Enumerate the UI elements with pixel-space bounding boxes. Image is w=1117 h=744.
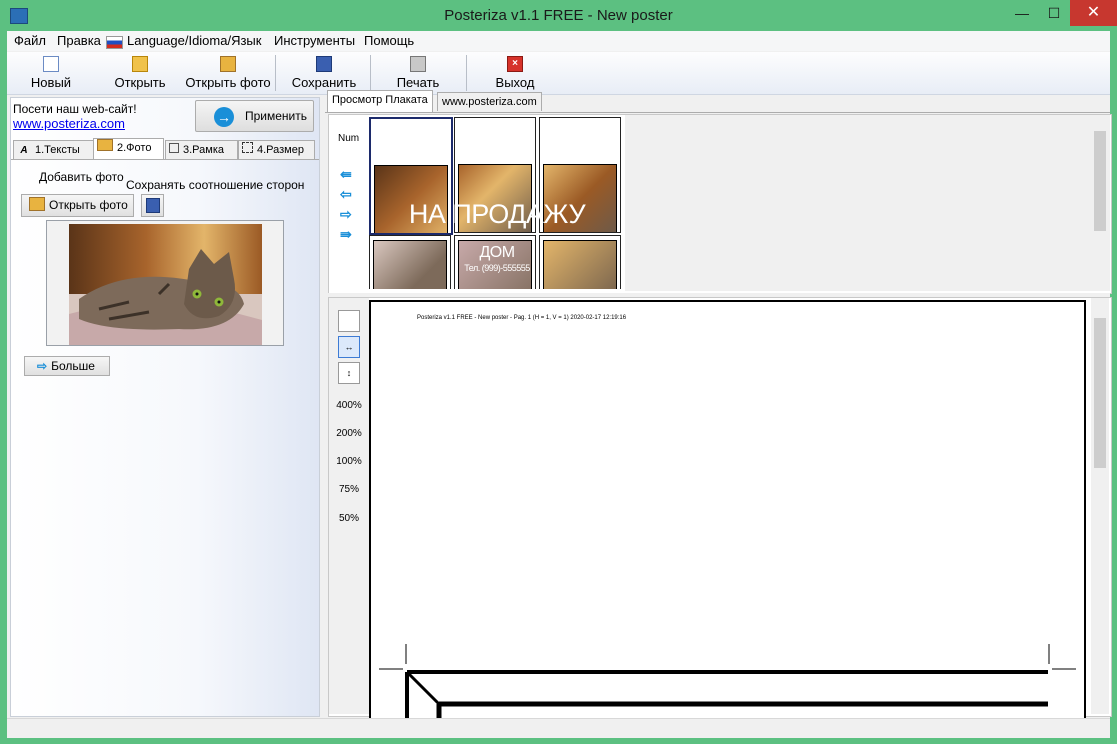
zoom-controls: ↔ ↕ 400% 200% 100% 75% 50% (329, 298, 369, 714)
open-photo-button-label: Открыть фото (49, 198, 128, 212)
zoom-200[interactable]: 200% (331, 428, 367, 439)
menu-language[interactable]: Language/Idioma/Язык (127, 33, 261, 49)
arrow-last-icon[interactable]: ⇛ (340, 227, 354, 241)
tab-frame-label: 3.Рамка (183, 144, 224, 156)
new-button[interactable]: Новый (21, 52, 81, 94)
printer-icon (410, 56, 426, 72)
arrow-first-icon[interactable]: ⇚ (340, 167, 354, 181)
tab-frame[interactable]: 3.Рамка (165, 140, 238, 159)
fit-height-button[interactable]: ↕ (338, 362, 360, 384)
website-link[interactable]: www.posteriza.com (13, 116, 125, 131)
arrow-icon: ⇨ (37, 359, 48, 373)
poster-sub-text: ДОМ (479, 244, 515, 261)
tab-baseline (325, 112, 1110, 113)
num-toggle[interactable]: Num (338, 133, 359, 144)
new-label: Новый (30, 75, 72, 90)
flag-icon (106, 36, 123, 49)
tab-size-label: 4.Размер (257, 144, 304, 156)
arrow-next-icon[interactable]: ⇨ (340, 207, 354, 221)
text-tab-icon: A (20, 145, 28, 156)
new-doc-icon (43, 56, 59, 72)
poster-thumbnail-grid[interactable]: НА ПРОДАЖУ ДОМ Тел. (999)-555555 (369, 117, 625, 289)
open-photo-button[interactable]: Открыть фото (21, 194, 134, 217)
exit-icon: × (507, 56, 523, 72)
keep-ratio-label[interactable]: Сохранять соотношение сторон (126, 178, 304, 192)
open-label: Открыть (114, 75, 166, 90)
status-bar (7, 718, 1110, 738)
toolbar-separator (275, 55, 276, 91)
print-button[interactable]: Печать (385, 52, 451, 94)
zoom-50[interactable]: 50% (331, 513, 367, 524)
zoom-100[interactable]: 100% (331, 456, 367, 467)
open-photo-label: Открыть фото (185, 75, 271, 90)
arrow-prev-icon[interactable]: ⇦ (340, 187, 354, 201)
zoom-75[interactable]: 75% (331, 484, 367, 495)
save-label: Сохранить (291, 75, 357, 90)
cat-photo (69, 224, 262, 345)
save-disk-icon (146, 198, 160, 213)
save-disk-icon (316, 56, 332, 72)
page-preview-panel: ↔ ↕ 400% 200% 100% 75% 50% Posteriza v1.… (328, 297, 1112, 718)
frame-tab-icon (169, 143, 179, 153)
open-photo-icon (220, 56, 236, 72)
poster-title-text: НА ПРОДАЖУ (408, 199, 586, 229)
tab-website[interactable]: www.posteriza.com (437, 92, 542, 111)
preview-empty-area (625, 115, 1110, 291)
poster-tel-text: Тел. (999)-555555 (464, 263, 530, 273)
client-area: Файл Правка Language/Idioma/Язык Инструм… (7, 31, 1112, 738)
apply-button[interactable]: → Применить (195, 100, 314, 132)
window-title: Posteriza v1.1 FREE - New poster (444, 7, 673, 24)
left-panel: Посети наш web-сайт! www.posteriza.com →… (10, 97, 320, 717)
tab-texts[interactable]: A 1.Тексты (13, 140, 94, 159)
menu-tools[interactable]: Инструменты (274, 33, 355, 49)
more-button[interactable]: ⇨ Больше (24, 356, 110, 376)
add-photo-label: Добавить фото (39, 170, 124, 184)
tab-photo[interactable]: 2.Фото (93, 138, 164, 160)
toolbar: Новый Открыть Открыть фото Сохранить Печ… (7, 52, 1110, 95)
exit-label: Выход (495, 75, 535, 90)
menu-bar: Файл Правка Language/Idioma/Язык Инструм… (7, 31, 1110, 51)
save-button[interactable]: Сохранить (287, 52, 361, 94)
tab-size[interactable]: 4.Размер (238, 140, 315, 159)
toolbar-separator (466, 55, 467, 91)
preview-scrollbar[interactable] (1091, 115, 1109, 291)
crop-marks (379, 644, 1076, 718)
close-button[interactable]: ✕ (1070, 0, 1117, 26)
menu-help[interactable]: Помощь (364, 33, 414, 49)
photo-tab-icon (97, 139, 113, 151)
open-button[interactable]: Открыть (105, 52, 175, 94)
apply-label: Применить (245, 109, 308, 123)
apply-arrow-icon: → (214, 107, 234, 127)
fit-page-button[interactable] (338, 310, 360, 332)
menu-edit[interactable]: Правка (57, 33, 101, 49)
page-scrollbar[interactable] (1091, 298, 1109, 714)
more-label: Больше (51, 359, 95, 373)
fit-width-button[interactable]: ↔ (338, 336, 360, 358)
tab-poster-preview[interactable]: Просмотр Плаката (327, 90, 433, 113)
exit-button[interactable]: × Выход (485, 52, 545, 94)
toolbar-separator (370, 55, 371, 91)
save-photo-button[interactable] (141, 194, 164, 217)
print-page: Posteriza v1.1 FREE - New poster - Pag. … (369, 300, 1086, 718)
title-bar: Posteriza v1.1 FREE - New poster — ☐ ✕ (0, 0, 1117, 31)
photo-preview-frame (46, 220, 284, 346)
menu-file[interactable]: Файл (14, 33, 46, 49)
zoom-400[interactable]: 400% (331, 400, 367, 411)
size-tab-icon (242, 142, 253, 153)
visit-text: Посети наш web-сайт! (13, 102, 137, 116)
minimize-button[interactable]: — (1005, 0, 1039, 26)
open-photo-icon (29, 197, 45, 211)
poster-preview-panel: Num ⇚ ⇦ ⇨ ⇛ НА ПРОДАЖУ ДОМ Тел. (999)-55… (328, 114, 1112, 294)
tab-texts-label: 1.Тексты (35, 144, 80, 156)
print-label: Печать (396, 75, 440, 90)
maximize-button[interactable]: ☐ (1038, 0, 1070, 26)
open-folder-icon (132, 56, 148, 72)
tab-photo-label: 2.Фото (117, 142, 152, 154)
open-photo-toolbar-button[interactable]: Открыть фото (183, 52, 273, 94)
